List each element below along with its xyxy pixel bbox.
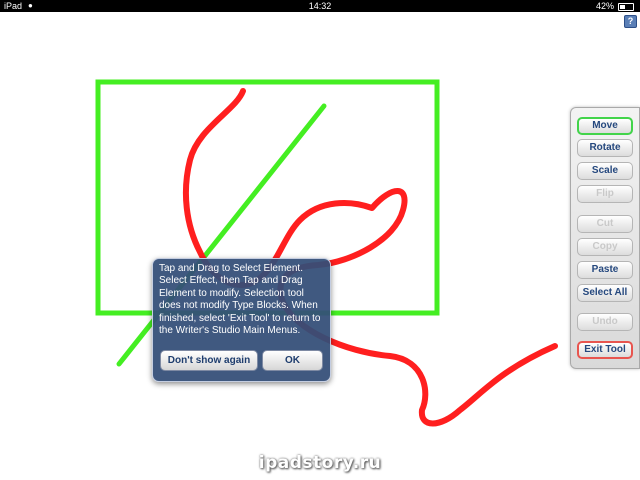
drawing-canvas[interactable]: [0, 0, 640, 480]
paste-button[interactable]: Paste: [577, 261, 633, 279]
rotate-button[interactable]: Rotate: [577, 139, 633, 157]
undo-button[interactable]: Undo: [577, 313, 633, 331]
copy-button[interactable]: Copy: [577, 238, 633, 256]
exit-tool-button[interactable]: Exit Tool: [577, 341, 633, 359]
ok-button[interactable]: OK: [262, 350, 323, 371]
watermark: ipadstory.ru: [258, 453, 382, 473]
tool-panel: Move Rotate Scale Flip Cut Copy Paste Se…: [570, 107, 640, 369]
dialog-message: Tap and Drag to Select Element. Select E…: [159, 263, 321, 337]
move-button[interactable]: Move: [577, 117, 633, 135]
instruction-dialog: Tap and Drag to Select Element. Select E…: [152, 258, 331, 382]
scale-button[interactable]: Scale: [577, 162, 633, 180]
dont-show-again-button[interactable]: Don't show again: [160, 350, 258, 371]
select-all-button[interactable]: Select All: [577, 284, 633, 302]
flip-button[interactable]: Flip: [577, 185, 633, 203]
cut-button[interactable]: Cut: [577, 215, 633, 233]
